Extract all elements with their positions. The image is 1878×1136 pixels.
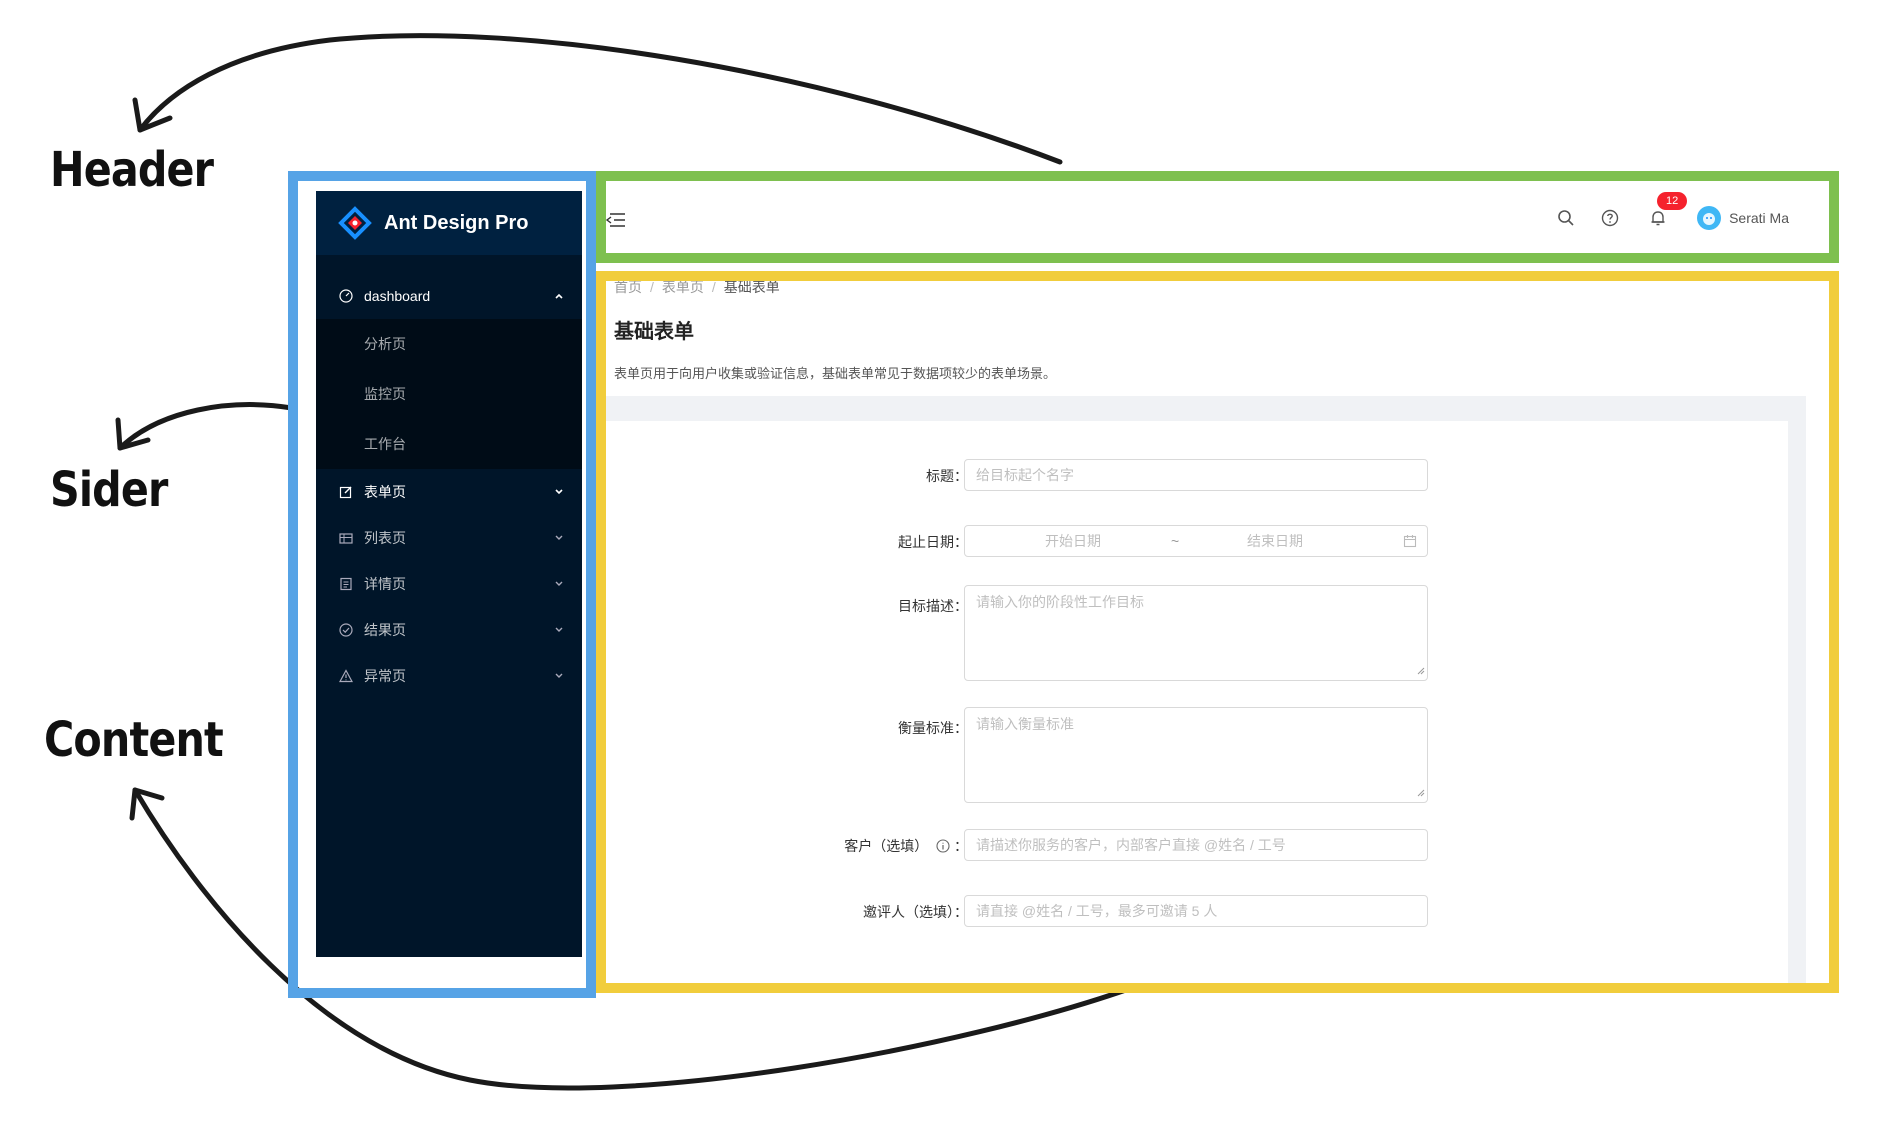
header-arrow [137,33,1063,165]
sider-region-frame [288,171,596,998]
sider-annotation-label: Sider [50,462,168,518]
content-annotation-label: Content [44,712,224,768]
sider-arrow [117,402,295,451]
header-region-frame [596,171,1839,263]
content-region-frame [596,271,1839,993]
header-annotation-label: Header [50,142,214,198]
